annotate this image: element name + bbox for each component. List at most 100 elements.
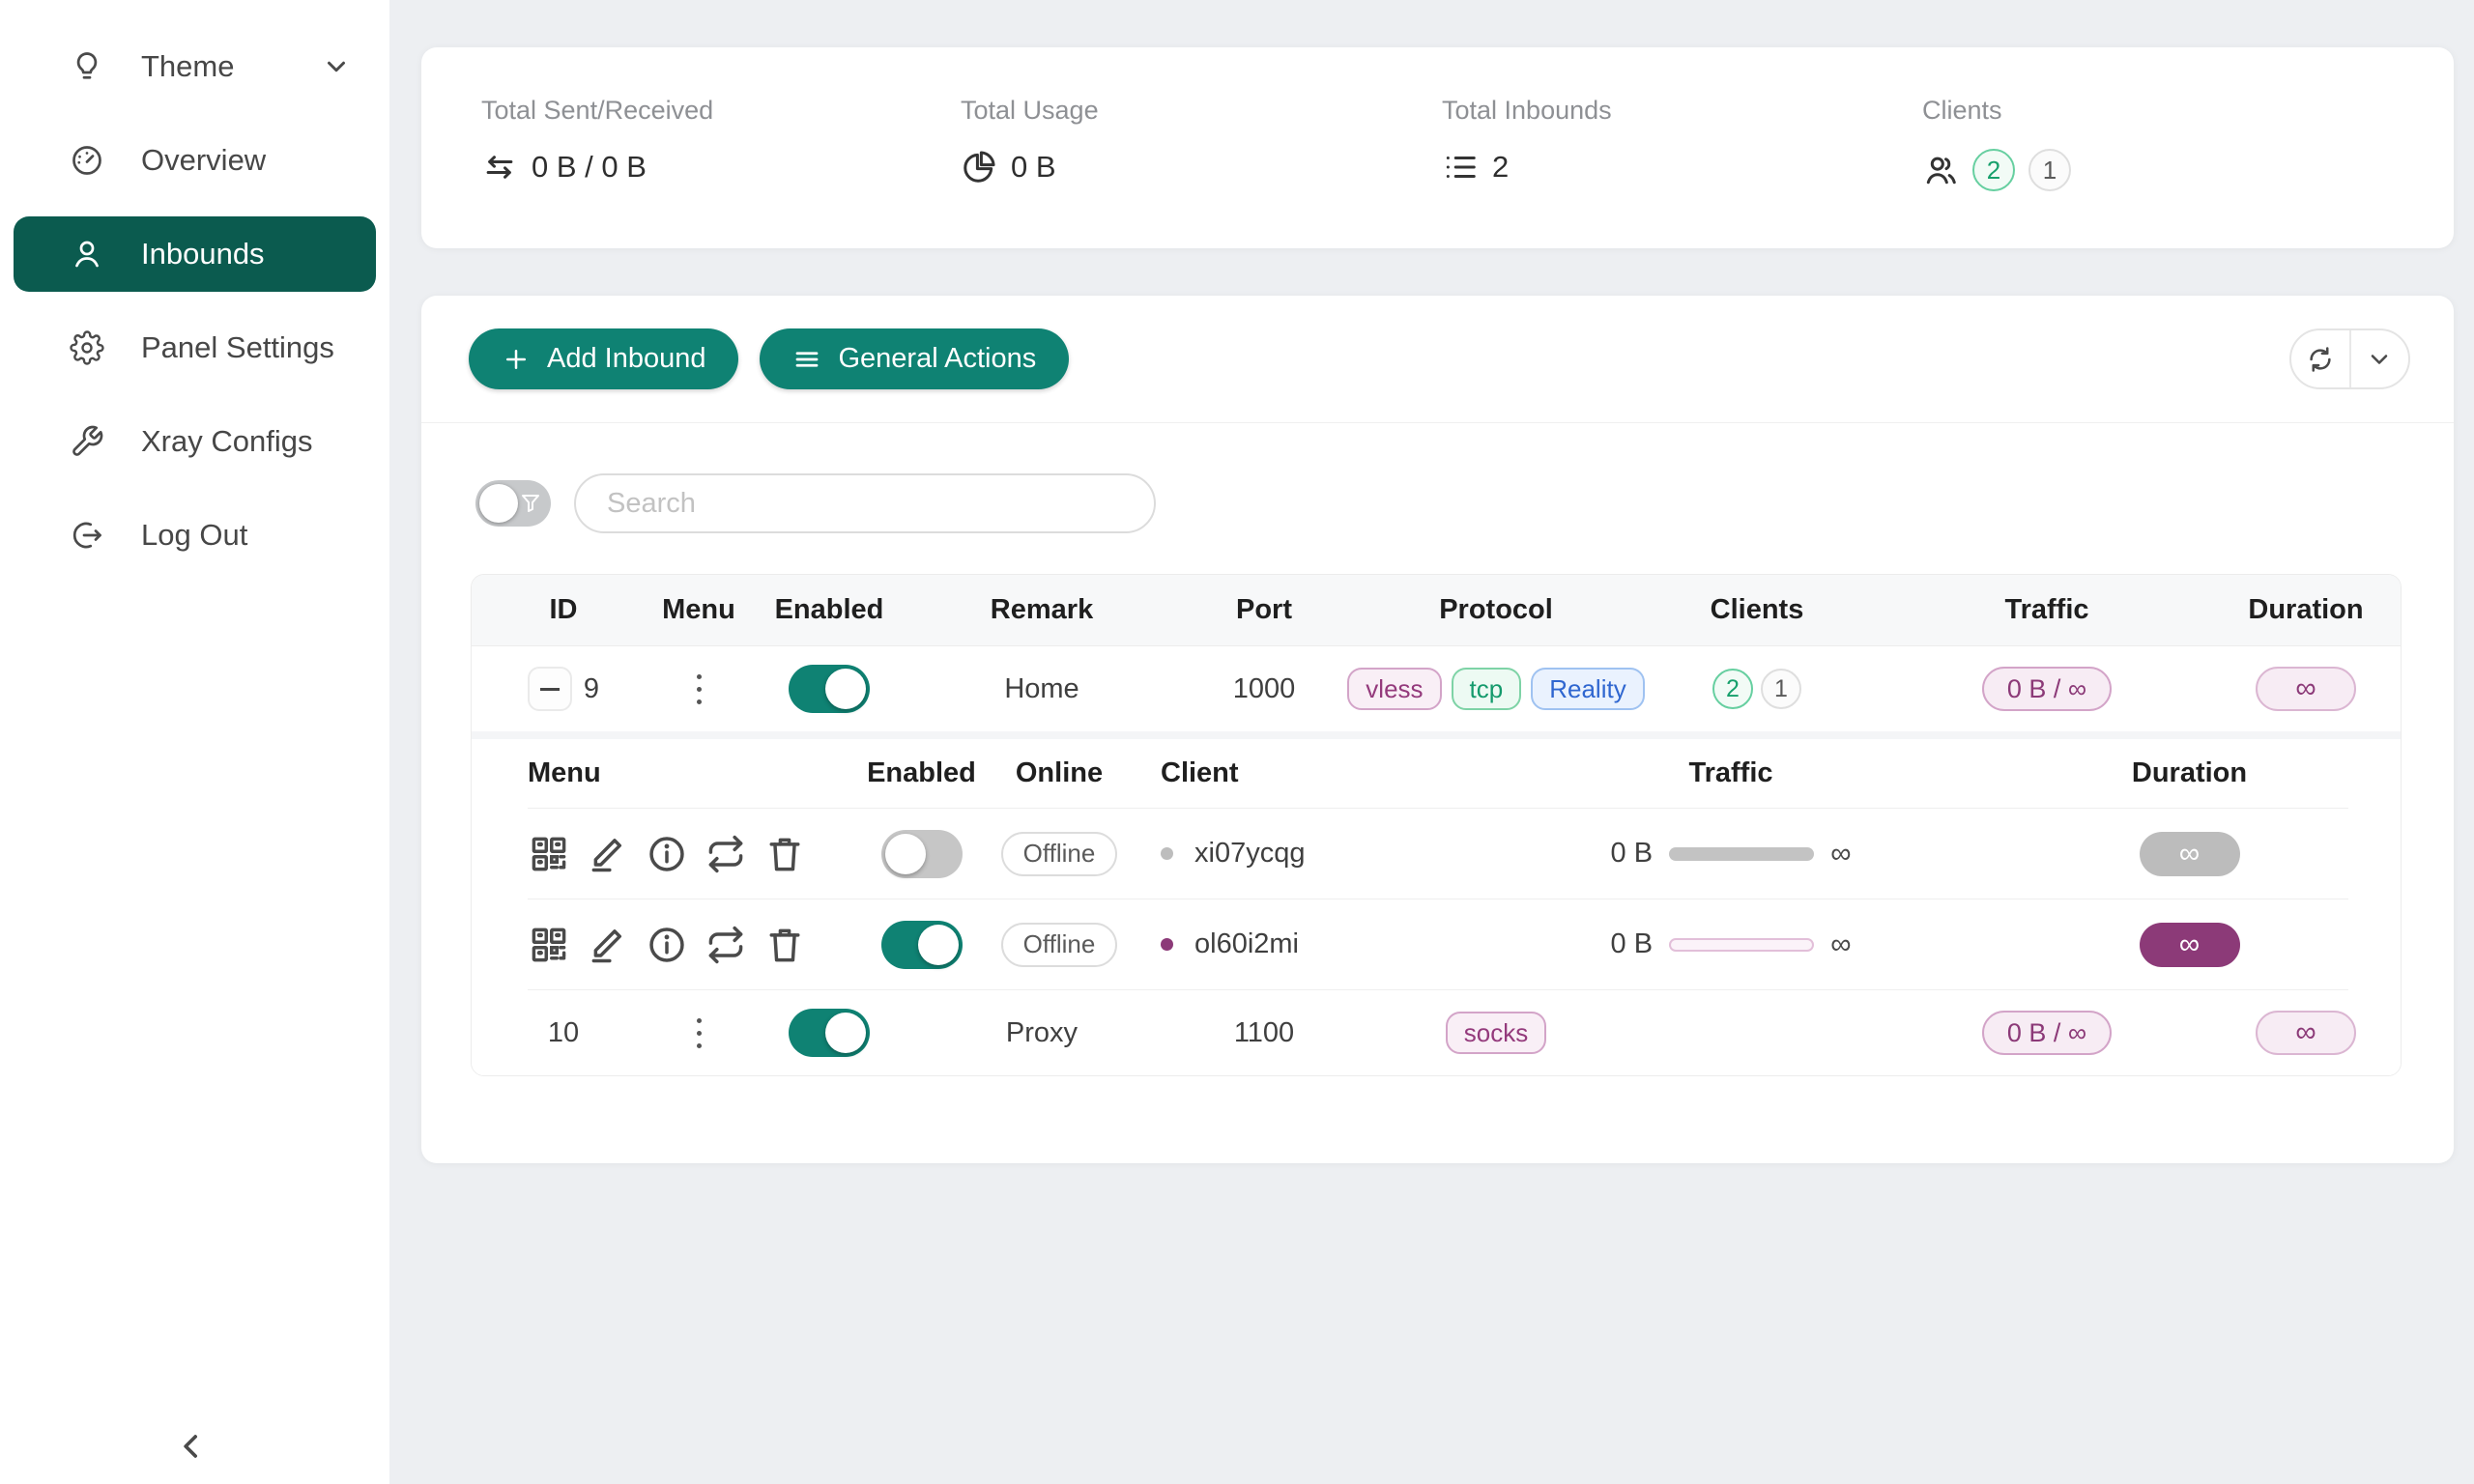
subtable-header-row: Menu Enabled Online Client Traffic Durat… <box>528 739 2348 809</box>
refresh-icon <box>2306 345 2335 374</box>
add-inbound-button[interactable]: Add Inbound <box>469 328 738 389</box>
general-actions-label: General Actions <box>838 343 1036 375</box>
table-row-inbound-10: 10 Proxy 1100 socks 0 B / ∞ ∞ <box>472 990 2401 1075</box>
inbounds-table: ID Menu Enabled Remark Port Protocol Cli… <box>471 574 2402 1076</box>
sidebar-item-xray-configs[interactable]: Xray Configs <box>14 404 376 479</box>
person-icon <box>70 237 104 271</box>
duration-badge: ∞ <box>2256 1011 2356 1055</box>
client-row-xi07ycqg: Offline xi07ycqg 0 B ∞ ∞ <box>528 809 2348 899</box>
minus-icon <box>540 688 560 691</box>
inbound-id: 9 <box>584 673 599 705</box>
plus-icon <box>502 345 531 374</box>
col-header-protocol: Protocol <box>1361 594 1631 626</box>
traffic-limit: ∞ <box>1830 928 1851 961</box>
protocol-tag: Reality <box>1531 668 1644 710</box>
refresh-button[interactable] <box>2291 330 2351 387</box>
sidebar-nav: Theme Overview Inbounds <box>0 0 389 573</box>
gauge-icon <box>70 143 104 178</box>
sidebar-item-log-out[interactable]: Log Out <box>14 498 376 573</box>
stat-clients: Clients 2 1 <box>1922 96 2071 191</box>
col-header-port: Port <box>1167 594 1361 626</box>
sidebar-item-panel-settings[interactable]: Panel Settings <box>14 310 376 385</box>
client-duration-badge: ∞ <box>2140 923 2240 967</box>
logout-icon <box>70 518 104 553</box>
traffic-badge: 0 B / ∞ <box>1982 667 2112 711</box>
pie-chart-icon <box>961 149 997 186</box>
general-actions-button[interactable]: General Actions <box>760 328 1069 389</box>
inbound-remark: Home <box>1004 673 1079 705</box>
toggle-knob <box>479 484 518 523</box>
protocol-tag: vless <box>1347 668 1441 710</box>
client-enabled-toggle[interactable] <box>881 921 963 969</box>
people-icon <box>1922 152 1959 188</box>
inbounds-panel: Add Inbound General Actions <box>421 296 2454 1163</box>
inbound-remark: Proxy <box>1006 1017 1078 1049</box>
reset-traffic-icon[interactable] <box>705 833 747 875</box>
traffic-progress-bar <box>1669 938 1814 952</box>
col-header-duration: Duration <box>2211 594 2401 626</box>
trash-icon[interactable] <box>763 833 806 875</box>
table-row-inbound-9: 9 Home 1000 vless tcp Reality 2 1 0 B / … <box>472 646 2401 731</box>
subcol-header-menu: Menu <box>528 757 866 789</box>
expanded-clients-section: Menu Enabled Online Client Traffic Durat… <box>472 739 2401 990</box>
inbound-enabled-toggle[interactable] <box>789 1009 870 1057</box>
sidebar-collapse-button[interactable] <box>172 1424 216 1469</box>
subcol-header-online: Online <box>977 757 1141 789</box>
inbound-id: 10 <box>548 1017 579 1049</box>
transfer-arrows-icon <box>481 149 518 186</box>
qr-code-icon[interactable] <box>528 924 570 966</box>
col-header-clients: Clients <box>1631 594 1883 626</box>
duration-badge: ∞ <box>2256 667 2356 711</box>
collapse-row-button[interactable] <box>528 667 572 711</box>
sidebar-item-theme[interactable]: Theme <box>14 29 376 104</box>
trash-icon[interactable] <box>763 924 806 966</box>
col-header-traffic: Traffic <box>1883 594 2211 626</box>
clients-count-badge: 2 <box>1972 149 2015 191</box>
chevron-left-icon <box>172 1427 216 1466</box>
chevron-down-icon <box>322 52 351 81</box>
client-status-dot <box>1161 847 1173 860</box>
search-input[interactable] <box>574 473 1156 533</box>
col-header-menu: Menu <box>655 594 742 626</box>
client-duration-badge: ∞ <box>2140 832 2240 876</box>
sidebar: Theme Overview Inbounds <box>0 0 389 1484</box>
inbound-port: 1100 <box>1234 1017 1294 1049</box>
chevron-down-icon <box>2366 346 2393 373</box>
inbound-enabled-toggle[interactable] <box>789 665 870 713</box>
edit-pencil-icon[interactable] <box>587 833 629 875</box>
row-menu-kebab-icon[interactable] <box>691 1013 707 1054</box>
sidebar-item-overview[interactable]: Overview <box>14 123 376 198</box>
client-traffic-used: 0 B <box>1611 928 1654 960</box>
sidebar-item-label: Theme <box>141 49 234 84</box>
table-header-row: ID Menu Enabled Remark Port Protocol Cli… <box>472 575 2401 646</box>
stat-label: Total Usage <box>961 96 1099 126</box>
info-icon[interactable] <box>646 833 688 875</box>
client-enabled-toggle[interactable] <box>881 830 963 878</box>
stat-label: Clients <box>1922 96 2071 126</box>
sidebar-item-label: Overview <box>141 143 266 178</box>
lightbulb-icon <box>70 49 104 84</box>
wrench-icon <box>70 424 104 459</box>
refresh-options-button[interactable] <box>2351 330 2409 387</box>
client-row-ol60i2mi: Offline ol60i2mi 0 B ∞ ∞ <box>528 899 2348 990</box>
qr-code-icon[interactable] <box>528 833 570 875</box>
col-header-id: ID <box>472 594 655 626</box>
traffic-badge: 0 B / ∞ <box>1982 1011 2112 1055</box>
sidebar-item-label: Xray Configs <box>141 424 312 459</box>
clients-deactivated-badge: 1 <box>1761 669 1801 709</box>
row-menu-kebab-icon[interactable] <box>691 669 707 710</box>
col-header-remark: Remark <box>916 594 1167 626</box>
edit-pencil-icon[interactable] <box>587 924 629 966</box>
client-name: ol60i2mi <box>1194 928 1299 960</box>
client-status-dot <box>1161 938 1173 951</box>
sidebar-item-inbounds[interactable]: Inbounds <box>14 216 376 292</box>
info-icon[interactable] <box>646 924 688 966</box>
reset-traffic-icon[interactable] <box>705 924 747 966</box>
subcol-header-traffic: Traffic <box>1431 757 2030 789</box>
sidebar-item-label: Inbounds <box>141 237 265 271</box>
filter-toggle[interactable] <box>475 480 551 527</box>
toolbar: Add Inbound General Actions <box>421 296 2454 423</box>
online-status-badge: Offline <box>1001 923 1118 967</box>
stat-total-sent-received: Total Sent/Received 0 B / 0 B <box>481 96 713 186</box>
search-row <box>421 423 2454 533</box>
